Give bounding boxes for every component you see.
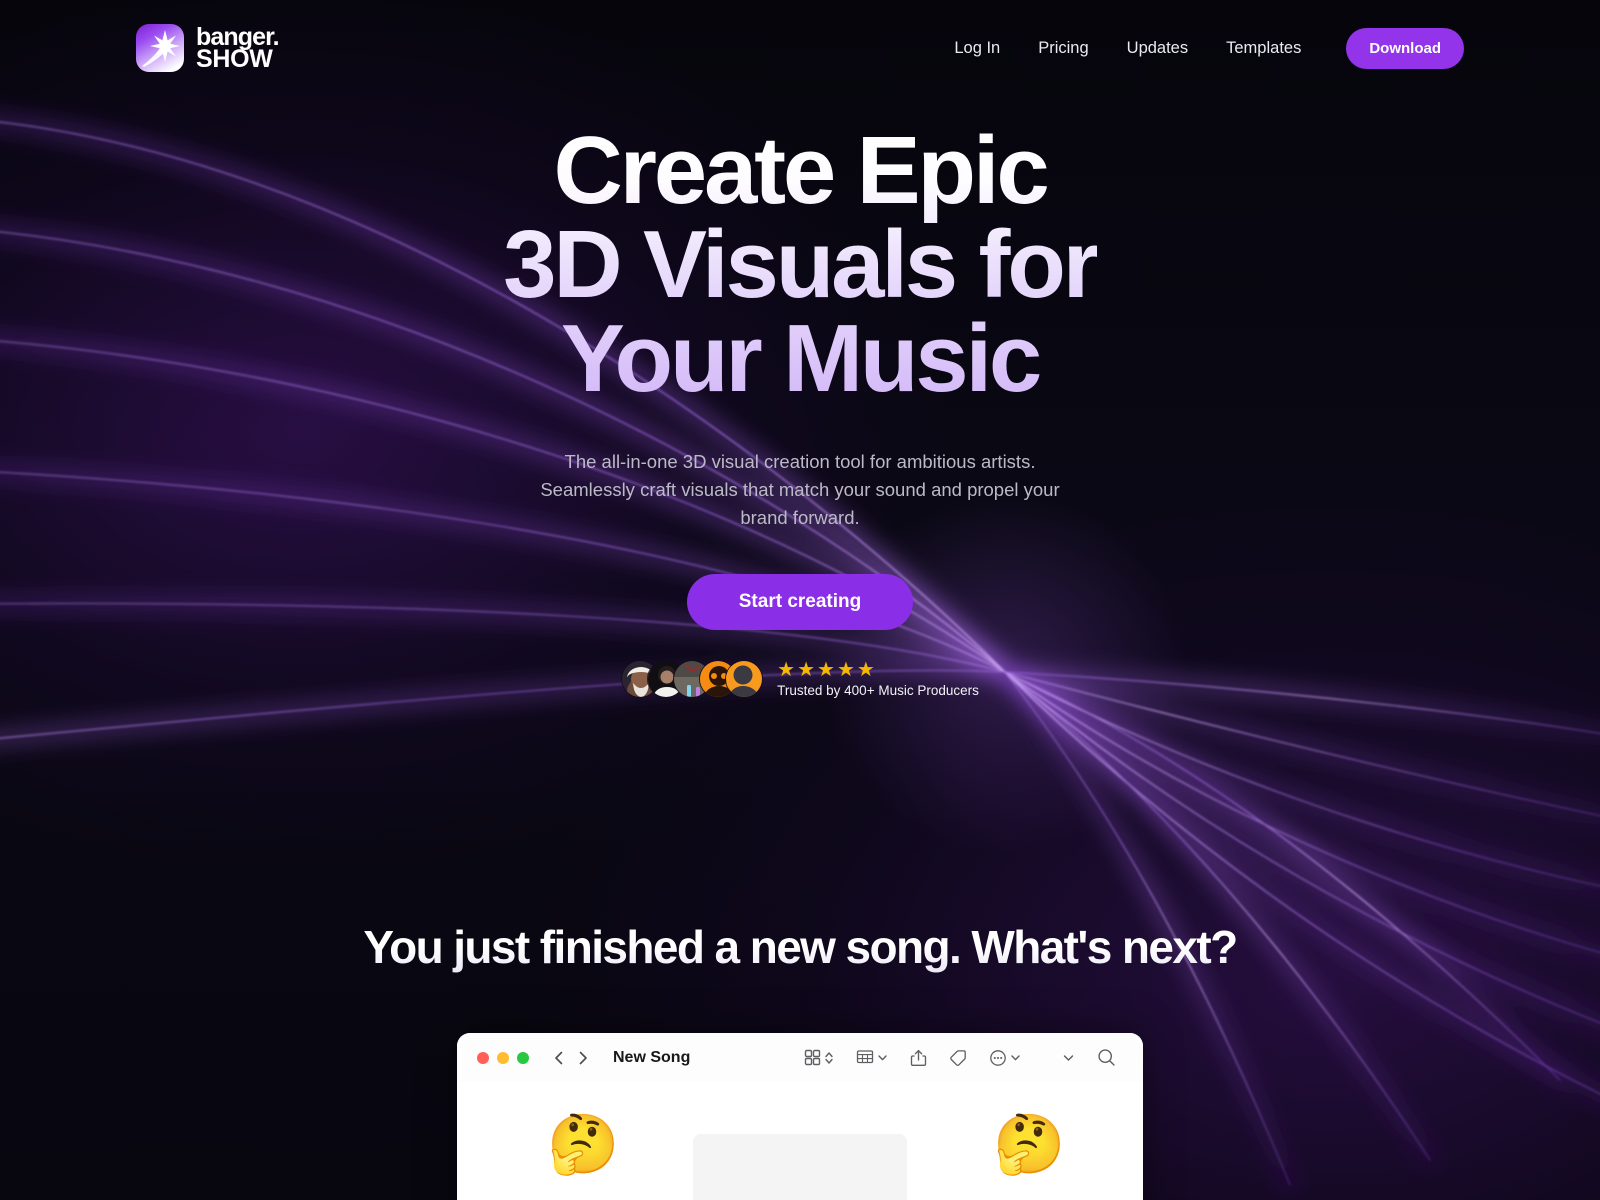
headline-line-1: Create Epic (553, 117, 1047, 224)
main-navigation: Log In Pricing Updates Templates Downloa… (935, 27, 1464, 69)
tag-button[interactable] (938, 1049, 978, 1067)
star-icon: ★ (856, 658, 875, 681)
avatar (725, 659, 764, 698)
group-by-button[interactable] (845, 1049, 899, 1066)
landing-page: banger. SHOW Log In Pricing Updates Temp… (0, 0, 1600, 1200)
nav-link-updates[interactable]: Updates (1108, 31, 1207, 66)
window-controls (477, 1051, 529, 1064)
start-creating-button[interactable]: Start creating (686, 573, 914, 630)
next-step-section: You just finished a new song. What's nex… (0, 920, 1600, 1200)
social-proof: ★ ★ ★ ★ ★ Trusted by 400+ Music Producer… (621, 659, 979, 698)
close-button[interactable] (477, 1051, 489, 1064)
chevron-down-icon[interactable] (877, 1052, 888, 1063)
star-icon: ★ (817, 658, 835, 681)
headline-line-2: 3D Visuals for (503, 211, 1097, 319)
avatar-group (621, 659, 764, 698)
finder-toolbar: New Song (457, 1033, 1143, 1082)
overflow-menu-button[interactable] (1032, 1051, 1086, 1064)
history-navigation (551, 1049, 591, 1067)
chevron-down-icon[interactable] (1010, 1052, 1021, 1063)
back-chevron-icon[interactable] (551, 1049, 567, 1067)
grid-view-button[interactable] (793, 1049, 845, 1067)
logo-line-2: SHOW (196, 45, 273, 73)
nav-link-templates[interactable]: Templates (1207, 31, 1320, 66)
star-icon: ★ (797, 658, 816, 681)
logo[interactable]: banger. SHOW (136, 24, 280, 73)
more-actions-button[interactable] (978, 1049, 1032, 1067)
section-title: You just finished a new song. What's nex… (363, 921, 1238, 973)
nav-link-log-in[interactable]: Log In (935, 31, 1019, 66)
hero-subtitle: The all-in-one 3D visual creation tool f… (540, 451, 1060, 529)
hero-section: Create Epic 3D Visuals for Your Music Th… (0, 118, 1600, 698)
chevron-down-icon[interactable] (1062, 1051, 1075, 1064)
starburst-icon (136, 24, 184, 72)
star-icon: ★ (836, 658, 855, 681)
headline-line-3: Your Music (560, 305, 1040, 413)
search-button[interactable] (1086, 1048, 1127, 1067)
maximize-button[interactable] (517, 1051, 529, 1064)
finder-window: New Song 🤔 🤔 (457, 1033, 1143, 1200)
toolbar-actions (793, 1048, 1127, 1067)
page-title: Create Epic 3D Visuals for Your Music (503, 118, 1097, 408)
window-title: New Song (613, 1048, 691, 1066)
star-rating: ★ ★ ★ ★ ★ (777, 660, 979, 680)
nav-link-pricing[interactable]: Pricing (1019, 31, 1107, 66)
trusted-caption: Trusted by 400+ Music Producers (777, 682, 979, 698)
minimize-button[interactable] (497, 1051, 509, 1064)
share-button[interactable] (899, 1049, 938, 1067)
document-file-card[interactable] (693, 1134, 907, 1200)
thinking-face-icon: 🤔 (547, 1112, 620, 1177)
rating-block: ★ ★ ★ ★ ★ Trusted by 400+ Music Producer… (777, 660, 979, 698)
download-button[interactable]: Download (1346, 27, 1464, 69)
logo-wordmark: banger. SHOW (196, 25, 280, 73)
thinking-face-icon: 🤔 (993, 1112, 1066, 1177)
site-header: banger. SHOW Log In Pricing Updates Temp… (0, 0, 1600, 96)
finder-content: 🤔 🤔 (457, 1082, 1143, 1200)
forward-chevron-icon[interactable] (575, 1049, 591, 1067)
star-icon: ★ (777, 658, 796, 681)
sort-chevrons-icon[interactable] (824, 1049, 834, 1067)
